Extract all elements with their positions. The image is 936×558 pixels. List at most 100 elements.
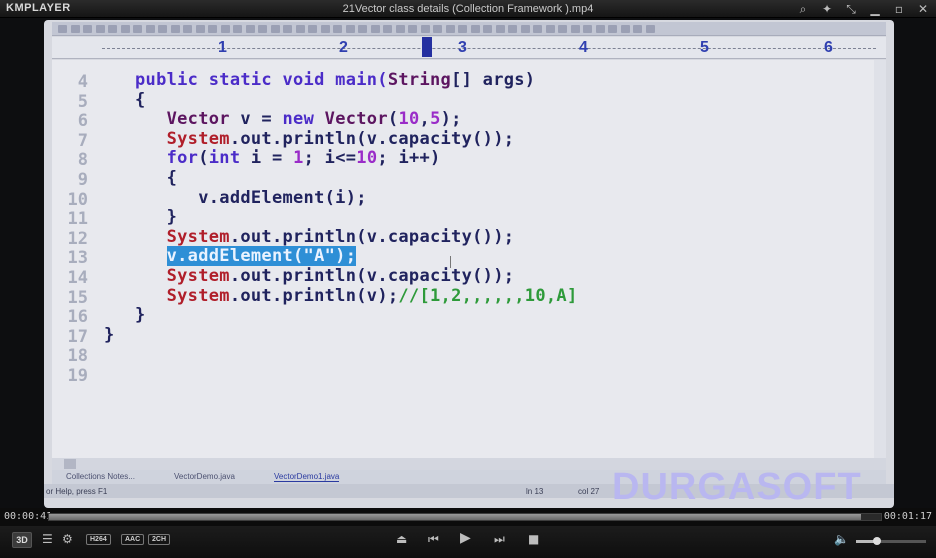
status-help-text: or Help, press F1: [46, 487, 108, 496]
toolbar-button-icon[interactable]: [320, 25, 330, 33]
toolbar-button-icon[interactable]: [495, 25, 505, 33]
toolbar-button-icon[interactable]: [233, 25, 242, 33]
code-line[interactable]: v.addElement(i);: [135, 188, 367, 208]
toolbar-button-icon[interactable]: [158, 25, 167, 33]
toolbar-button-icon[interactable]: [483, 25, 492, 33]
toolbar-button-icon[interactable]: [308, 25, 317, 33]
play-icon[interactable]: ▶: [460, 530, 471, 546]
toolbar-button-icon[interactable]: [120, 25, 130, 33]
toolbar-button-icon[interactable]: [445, 25, 455, 33]
code-line[interactable]: Vector v = new Vector(10,5);: [135, 109, 462, 129]
toolbar-button-icon[interactable]: [183, 25, 192, 33]
toolbar-button-icon[interactable]: [83, 25, 92, 33]
toolbar-button-icon[interactable]: [58, 25, 67, 33]
toolbar-button-icon[interactable]: [420, 25, 430, 33]
shrink-icon[interactable]: ⤡: [842, 1, 860, 17]
toolbar-button-icon[interactable]: [520, 25, 530, 33]
code-token: );: [440, 109, 462, 130]
pin-icon[interactable]: ✦: [818, 1, 836, 17]
toolbar-button-icon[interactable]: [508, 25, 517, 33]
maximize-icon[interactable]: ▫: [890, 1, 908, 17]
tab-vectordemo1[interactable]: VectorDemo1.java: [274, 472, 340, 482]
toolbar-button-icon[interactable]: [608, 25, 617, 33]
toolbar-button-icon[interactable]: [195, 25, 205, 33]
code-line[interactable]: {: [135, 90, 146, 110]
toolbar-button-icon[interactable]: [633, 25, 642, 33]
playback-controls: 3D ☰ ⚙ H264 AAC 2CH ⏏ ⏮ ▶ ⏭ ■ 🔈: [0, 526, 936, 558]
toolbar-button-icon[interactable]: [70, 25, 80, 33]
toolbar-button-icon[interactable]: [433, 25, 442, 33]
kmplayer-window: KMPLAYER 21Vector class details (Collect…: [0, 0, 936, 558]
toolbar-button-icon[interactable]: [133, 25, 142, 33]
toolbar-button-icon[interactable]: [220, 25, 230, 33]
toolbar-button-icon[interactable]: [245, 25, 255, 33]
code-line[interactable]: }: [135, 305, 146, 325]
settings-gear-icon[interactable]: ⚙: [62, 532, 73, 546]
toolbar-button-icon[interactable]: [645, 25, 655, 33]
toolbar-button-icon[interactable]: [620, 25, 630, 33]
code-line[interactable]: {: [135, 168, 177, 188]
toolbar-button-icon[interactable]: [408, 25, 417, 33]
code-line[interactable]: public static void main(String[] args): [135, 70, 535, 90]
toolbar-button-icon[interactable]: [145, 25, 155, 33]
toolbar-button-icon[interactable]: [458, 25, 467, 33]
toolbar-button-icon[interactable]: [170, 25, 180, 33]
line-number: 16: [67, 307, 88, 328]
title-bar: KMPLAYER 21Vector class details (Collect…: [0, 0, 936, 18]
previous-icon[interactable]: ⏮: [428, 532, 439, 547]
tab-collections-notes[interactable]: Collections Notes...: [66, 472, 135, 481]
toolbar-button-icon[interactable]: [270, 25, 280, 33]
tab-vectordemo[interactable]: VectorDemo.java: [174, 472, 235, 481]
next-icon[interactable]: ⏭: [494, 532, 505, 547]
toolbar-button-icon[interactable]: [370, 25, 380, 33]
toolbar-button-icon[interactable]: [533, 25, 542, 33]
toolbar-button-icon[interactable]: [595, 25, 605, 33]
video-area[interactable]: 1 2 3 4 5 6 4 5 6 7 8 9 10 11 12 13 14 15 16 17 18 19 p…: [0, 18, 936, 508]
toolbar-button-icon[interactable]: [470, 25, 480, 33]
code-line[interactable]: }: [104, 325, 115, 345]
volume-knob[interactable]: [873, 537, 881, 545]
volume-icon[interactable]: 🔈: [834, 532, 849, 546]
toolbar-button-icon[interactable]: [358, 25, 367, 33]
toolbar-button-icon[interactable]: [295, 25, 305, 33]
eject-icon[interactable]: ⏏: [396, 532, 407, 546]
toolbar-button-icon[interactable]: [333, 25, 342, 33]
volume-slider[interactable]: [856, 537, 926, 545]
code-line[interactable]: }: [135, 207, 177, 227]
toolbar-button-icon[interactable]: [283, 25, 292, 33]
code-line[interactable]: System.out.println(v.capacity());: [135, 129, 514, 149]
toolbar-button-icon[interactable]: [95, 25, 105, 33]
toolbar-button-icon[interactable]: [583, 25, 592, 33]
code-line[interactable]: v.addElement("A");: [135, 246, 357, 267]
stop-icon[interactable]: ■: [528, 532, 539, 546]
toolbar-button-icon[interactable]: [545, 25, 555, 33]
code-line[interactable]: System.out.println(v.capacity());: [135, 227, 514, 247]
toolbar-button-icon[interactable]: [383, 25, 392, 33]
toolbar-button-icon[interactable]: [108, 25, 117, 33]
search-icon[interactable]: ⌕: [794, 1, 812, 17]
3d-button[interactable]: 3D: [12, 532, 32, 548]
close-icon[interactable]: ✕: [914, 1, 932, 17]
code-line[interactable]: System.out.println(v.capacity());: [135, 266, 514, 286]
ruler-number: 6: [824, 39, 833, 56]
line-number-gutter: 4 5 6 7 8 9 10 11 12 13 14 15 16 17 18 19: [52, 60, 92, 460]
minimize-icon[interactable]: ▁: [866, 1, 884, 17]
toolbar-button-icon[interactable]: [208, 25, 217, 33]
status-column: col 27: [578, 487, 600, 496]
playlist-icon[interactable]: ☰: [42, 532, 53, 546]
toolbar-button-icon[interactable]: [258, 25, 267, 33]
code-token: }: [104, 324, 115, 345]
toolbar-button-icon[interactable]: [395, 25, 405, 33]
code-line[interactable]: for(int i = 1; i<=10; i++): [135, 148, 441, 168]
seek-bar[interactable]: [48, 513, 882, 521]
code-token: System: [166, 226, 230, 247]
line-number: 18: [67, 346, 88, 367]
code-editor[interactable]: 4 5 6 7 8 9 10 11 12 13 14 15 16 17 18 19 public static…: [52, 60, 874, 460]
vertical-scrollbar[interactable]: [874, 60, 886, 460]
toolbar-button-icon[interactable]: [558, 25, 567, 33]
code-token: 10: [398, 109, 420, 130]
split-view-icon[interactable]: [64, 459, 76, 469]
toolbar-button-icon[interactable]: [570, 25, 580, 33]
toolbar-button-icon[interactable]: [345, 25, 355, 33]
code-line[interactable]: System.out.println(v);//[1,2,,,,,,10,A]: [135, 286, 578, 306]
